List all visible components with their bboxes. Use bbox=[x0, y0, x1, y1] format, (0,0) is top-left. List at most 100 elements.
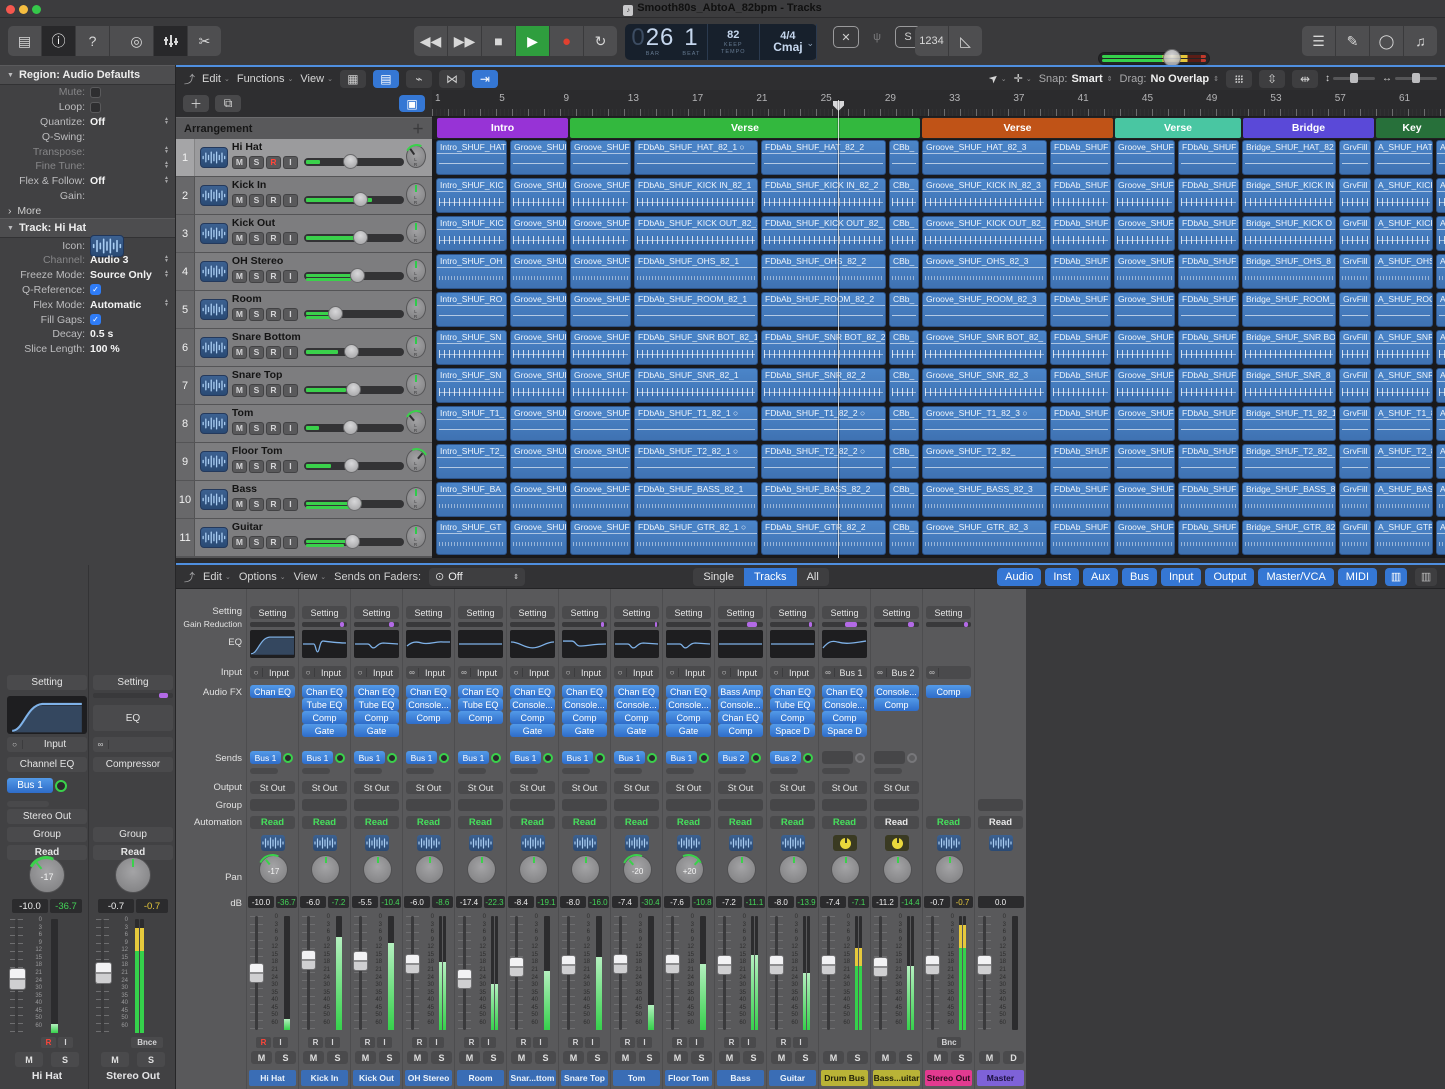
record-enable-button[interactable]: R bbox=[672, 1037, 687, 1048]
track-value[interactable]: Automatic bbox=[90, 299, 141, 311]
audio-fx-slot[interactable]: Chan EQ bbox=[406, 685, 451, 698]
solo-button[interactable]: S bbox=[535, 1051, 556, 1064]
audio-region[interactable]: Groove_SHUF bbox=[1114, 444, 1175, 479]
fader-cap[interactable] bbox=[977, 955, 992, 976]
input-slot[interactable]: ∞ Input bbox=[458, 666, 503, 679]
mute-button[interactable]: M bbox=[231, 155, 247, 169]
mixer-back-icon[interactable]: ⤴ bbox=[184, 569, 195, 585]
input-slot[interactable]: ○ Input bbox=[354, 666, 399, 679]
mixer-mode-single[interactable]: Single bbox=[693, 568, 744, 586]
pan-knob[interactable] bbox=[883, 855, 912, 884]
input-monitor-button[interactable]: I bbox=[282, 497, 298, 511]
audio-region[interactable]: Bridge_SHUF_SNR BO bbox=[1242, 330, 1336, 365]
audio-region[interactable]: FDbAb_SHUF bbox=[1050, 520, 1111, 555]
peak-db-value[interactable]: -14.4 bbox=[900, 896, 921, 908]
mixer-menu-options[interactable]: Options ⌄ bbox=[239, 571, 286, 583]
record-enable-button[interactable]: R bbox=[464, 1037, 479, 1048]
send-slot[interactable]: Bus 1 bbox=[614, 751, 657, 764]
pan-knob[interactable]: L R bbox=[405, 221, 426, 244]
volume-db-value[interactable]: -8.4 bbox=[508, 896, 534, 908]
track-sort-button[interactable]: ▣ bbox=[399, 95, 425, 112]
audio-fx-slot[interactable]: Chan EQ bbox=[302, 685, 347, 698]
audio-region[interactable]: FDbAb_SHUF_HAT_82_2 bbox=[761, 140, 886, 175]
audio-fx-slot[interactable]: Chan EQ bbox=[562, 685, 607, 698]
forward-button[interactable]: ▶▶ bbox=[448, 26, 481, 56]
mute-button[interactable]: M bbox=[231, 307, 247, 321]
audio-region[interactable]: A_SHUF_SNR bbox=[1374, 330, 1433, 365]
track-checkbox[interactable]: ✓ bbox=[90, 314, 101, 326]
input-monitor-button[interactable]: I bbox=[325, 1037, 340, 1048]
solo-button[interactable]: S bbox=[379, 1051, 400, 1064]
audio-region[interactable]: Groove_SHUF bbox=[1114, 330, 1175, 365]
region-more-disclosure[interactable]: › More bbox=[0, 205, 41, 217]
media-browser-icon[interactable]: ♫ bbox=[1404, 26, 1437, 56]
send-level-knob[interactable] bbox=[803, 752, 813, 763]
record-enable-button[interactable]: R bbox=[265, 345, 281, 359]
audio-region[interactable]: FDbAb_SHUF_SNR_82_1 bbox=[634, 368, 758, 403]
audio-fx-slot[interactable]: Console... bbox=[510, 698, 555, 711]
pane-divider[interactable] bbox=[176, 558, 1445, 565]
record-button[interactable]: ● bbox=[550, 26, 583, 56]
input-slot[interactable]: ∞ Bus 1 bbox=[822, 666, 867, 679]
audio-fx-slot[interactable]: Comp bbox=[354, 711, 399, 724]
audio-region[interactable]: Intro_SHUF_HAT bbox=[436, 140, 507, 175]
track-value[interactable]: 100 % bbox=[90, 343, 120, 355]
audio-region[interactable]: FDbAb_SHUF_BASS_82_2 bbox=[761, 482, 886, 517]
arrangement-marker[interactable]: Verse bbox=[1115, 118, 1241, 138]
input-monitor-button[interactable]: I bbox=[793, 1037, 808, 1048]
volume-slider[interactable] bbox=[303, 192, 404, 207]
pan-knob[interactable]: L R bbox=[405, 297, 426, 320]
pan-knob[interactable] bbox=[363, 855, 392, 884]
audio-region[interactable]: FDbAb_SHUF_SNR_82_2 bbox=[761, 368, 886, 403]
group-slot[interactable]: Group bbox=[7, 827, 87, 842]
audio-fx-slot[interactable]: Comp bbox=[926, 685, 971, 698]
regions-view-icon[interactable]: ▤ bbox=[372, 69, 399, 88]
region-inspector-header[interactable]: ▼ Region: Audio Defaults bbox=[0, 65, 175, 85]
mute-button[interactable]: M bbox=[667, 1051, 688, 1064]
input-monitor-button[interactable]: I bbox=[585, 1037, 600, 1048]
pan-knob[interactable] bbox=[519, 855, 548, 884]
channel-name-plate[interactable]: Bass bbox=[717, 1070, 764, 1086]
channel-name-plate[interactable]: Kick Out bbox=[353, 1070, 400, 1086]
solo-button[interactable]: S bbox=[639, 1051, 660, 1064]
smart-controls-icon[interactable]: ◎ bbox=[120, 26, 153, 56]
audio-fx-slot[interactable]: Gate bbox=[614, 724, 659, 737]
audio-region[interactable]: Groove_SHUF bbox=[510, 330, 567, 365]
dim-button[interactable]: D bbox=[1003, 1051, 1024, 1064]
eq-thumbnail[interactable] bbox=[666, 630, 711, 658]
automation-mode-button[interactable]: Read bbox=[718, 816, 763, 829]
record-enable-button[interactable]: R bbox=[265, 231, 281, 245]
input-slot[interactable]: ○ Input bbox=[510, 666, 555, 679]
track-header[interactable]: 2 Kick In M S R I L R bbox=[176, 177, 432, 214]
audio-region[interactable]: Groove_SHUF bbox=[1114, 406, 1175, 441]
audio-region[interactable]: A_SHUF_BAS bbox=[1374, 482, 1433, 517]
channel-name-plate[interactable]: Bass...uitar bbox=[873, 1070, 920, 1086]
metronome-icon[interactable]: ◺ bbox=[949, 26, 982, 56]
input-monitor-button[interactable]: I bbox=[273, 1037, 288, 1048]
send-bus-button[interactable]: Bus 1 bbox=[7, 778, 53, 793]
track-value[interactable]: 0.5 s bbox=[90, 328, 113, 340]
audio-region[interactable]: Groove_SHUF bbox=[510, 368, 567, 403]
fader-cap[interactable] bbox=[873, 957, 888, 978]
input-monitor-button[interactable]: I bbox=[377, 1037, 392, 1048]
eq-thumbnail[interactable] bbox=[562, 630, 607, 658]
region-checkbox[interactable] bbox=[90, 86, 101, 98]
input-monitor-button[interactable]: I bbox=[282, 535, 298, 549]
input-slot[interactable]: ○ Input bbox=[718, 666, 763, 679]
audio-region[interactable]: Groove_SHUF bbox=[1114, 178, 1175, 213]
record-enable-button[interactable]: R bbox=[265, 535, 281, 549]
eq-button[interactable]: EQ bbox=[93, 705, 173, 731]
audio-region[interactable]: Groove_SHUF bbox=[570, 482, 631, 517]
volume-db-value[interactable]: -5.5 bbox=[352, 896, 378, 908]
send-level-knob[interactable] bbox=[387, 752, 397, 763]
solo-button[interactable]: S bbox=[248, 497, 264, 511]
strip-setting-button[interactable]: Setting bbox=[406, 606, 451, 619]
audio-region[interactable]: FDbAb_SHUF_KICK OUT_82_ bbox=[761, 216, 886, 251]
send-level-knob[interactable] bbox=[283, 752, 293, 763]
strip-setting-button[interactable]: Setting bbox=[562, 606, 607, 619]
send-level-knob[interactable] bbox=[491, 752, 501, 763]
mute-button[interactable]: M bbox=[231, 459, 247, 473]
record-enable-button[interactable]: R bbox=[620, 1037, 635, 1048]
input-monitor-button[interactable]: I bbox=[429, 1037, 444, 1048]
strip-setting-button[interactable]: Setting bbox=[7, 675, 87, 690]
